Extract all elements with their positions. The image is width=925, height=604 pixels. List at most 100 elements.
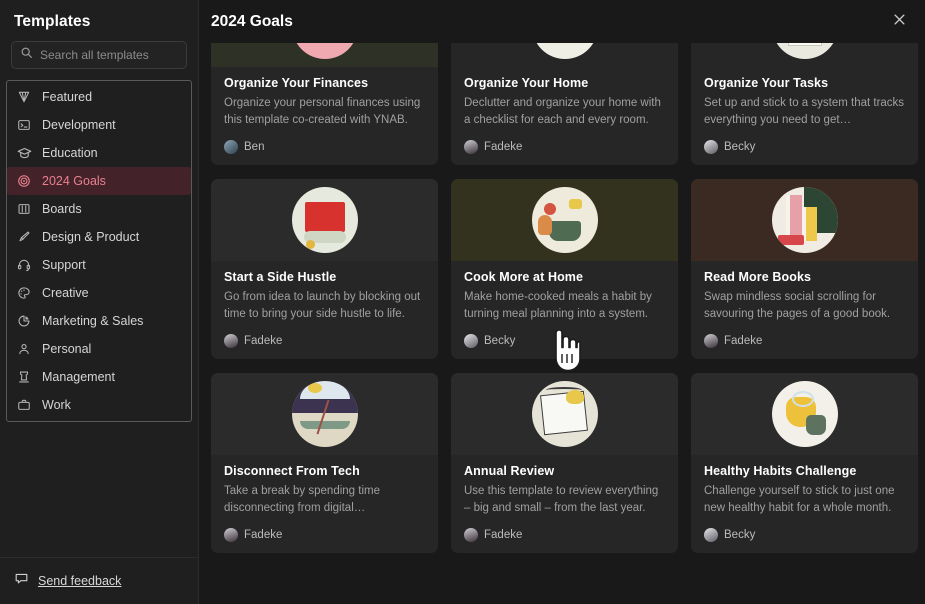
thumbnail-art-canoe-night	[291, 381, 358, 447]
sidebar-item-label: Education	[42, 146, 98, 160]
card-description: Organize your personal finances using th…	[224, 97, 421, 126]
sidebar-item-label: 2024 Goals	[42, 174, 106, 188]
comment-icon	[14, 571, 29, 591]
avatar	[224, 528, 238, 542]
card-author-name: Fadeke	[244, 529, 283, 541]
template-card[interactable]: Read More Books Swap mindless social scr…	[691, 179, 918, 359]
card-title: Annual Review	[464, 464, 555, 478]
target-icon	[16, 173, 32, 189]
templates-sidebar: Templates Featured	[0, 0, 199, 604]
palette-icon	[16, 285, 32, 301]
page-title: 2024 Goals	[211, 12, 293, 30]
card-body: Annual Review Use this template to revie…	[451, 455, 678, 521]
card-thumbnail	[691, 373, 918, 455]
card-thumbnail	[691, 179, 918, 261]
templates-scroll-area[interactable]: Organize Your Finances Organize your per…	[199, 43, 925, 604]
templates-grid: Organize Your Finances Organize your per…	[199, 43, 925, 565]
sidebar-item-development[interactable]: Development	[7, 111, 191, 139]
card-body: Cook More at Home Make home-cooked meals…	[451, 261, 678, 327]
card-author: Fadeke	[691, 327, 918, 359]
sidebar-item-education[interactable]: Education	[7, 139, 191, 167]
sidebar-item-personal[interactable]: Personal	[7, 335, 191, 363]
card-title: Organize Your Home	[464, 76, 589, 90]
thumbnail-art-books	[771, 187, 838, 253]
sidebar-item-label: Work	[42, 398, 71, 412]
briefcase-icon	[16, 397, 32, 413]
sidebar-item-featured[interactable]: Featured	[7, 83, 191, 111]
card-title: Read More Books	[704, 270, 812, 284]
card-author-name: Becky	[724, 529, 756, 541]
sidebar-item-management[interactable]: Management	[7, 363, 191, 391]
thumbnail-art-yellow-basket	[531, 43, 598, 59]
sidebar-item-label: Creative	[42, 286, 89, 300]
card-title: Organize Your Finances	[224, 76, 369, 90]
sidebar-item-support[interactable]: Support	[7, 251, 191, 279]
sidebar-item-marketing-sales[interactable]: Marketing & Sales	[7, 307, 191, 335]
sidebar-item-label: Marketing & Sales	[42, 314, 144, 328]
pie-chart-icon	[16, 313, 32, 329]
card-thumbnail	[211, 179, 438, 261]
card-author-name: Fadeke	[244, 335, 283, 347]
template-card[interactable]: Start a Side Hustle Go from idea to laun…	[211, 179, 438, 359]
avatar	[464, 334, 478, 348]
terminal-icon	[16, 117, 32, 133]
card-author: Becky	[451, 327, 678, 359]
search-input[interactable]	[40, 48, 178, 62]
template-card[interactable]: Organize Your Tasks Set up and stick to …	[691, 43, 918, 165]
card-author-name: Fadeke	[484, 529, 523, 541]
card-description: Challenge yourself to stick to just one …	[704, 485, 895, 514]
sidebar-item-label: Featured	[42, 90, 93, 104]
avatar	[704, 334, 718, 348]
sidebar-item-design-product[interactable]: Design & Product	[7, 223, 191, 251]
templates-dialog: Templates Featured	[0, 0, 925, 604]
sidebar-footer: Send feedback	[0, 557, 198, 604]
sidebar-item-work[interactable]: Work	[7, 391, 191, 419]
card-description: Declutter and organize your home with a …	[464, 97, 661, 126]
card-body: Disconnect From Tech Take a break by spe…	[211, 455, 438, 521]
templates-main: 2024 Goals Organize Your Finances Organi…	[199, 0, 925, 604]
thumbnail-art-lemon-jug	[771, 381, 838, 447]
thumbnail-art-white-page	[771, 43, 838, 59]
card-author-name: Becky	[484, 335, 516, 347]
card-description: Take a break by spending time disconnect…	[224, 485, 380, 514]
sidebar-category-list: Featured Development Education 2024 Goal…	[6, 80, 192, 422]
headset-icon	[16, 257, 32, 273]
card-thumbnail	[211, 43, 438, 67]
template-card[interactable]: Annual Review Use this template to revie…	[451, 373, 678, 553]
card-body: Start a Side Hustle Go from idea to laun…	[211, 261, 438, 327]
card-title: Start a Side Hustle	[224, 270, 337, 284]
card-body: Healthy Habits Challenge Challenge yours…	[691, 455, 918, 521]
avatar	[464, 528, 478, 542]
card-author: Fadeke	[211, 521, 438, 553]
card-body: Organize Your Finances Organize your per…	[211, 67, 438, 133]
search-templates-field[interactable]	[11, 41, 187, 69]
sidebar-item-2024-goals[interactable]: 2024 Goals	[7, 167, 191, 195]
sidebar-item-label: Personal	[42, 342, 92, 356]
close-button[interactable]	[885, 8, 913, 36]
template-card[interactable]: Healthy Habits Challenge Challenge yours…	[691, 373, 918, 553]
card-thumbnail	[211, 373, 438, 455]
template-card[interactable]: Cook More at Home Make home-cooked meals…	[451, 179, 678, 359]
template-card[interactable]: Organize Your Home Declutter and organiz…	[451, 43, 678, 165]
send-feedback-link[interactable]: Send feedback	[38, 574, 121, 588]
main-header: 2024 Goals	[199, 0, 925, 43]
template-card[interactable]: Organize Your Finances Organize your per…	[211, 43, 438, 165]
close-icon	[892, 12, 907, 32]
card-thumbnail	[451, 43, 678, 67]
sidebar-item-label: Development	[42, 118, 116, 132]
card-title: Organize Your Tasks	[704, 76, 829, 90]
card-thumbnail	[451, 373, 678, 455]
columns-icon	[16, 201, 32, 217]
card-thumbnail	[451, 179, 678, 261]
thumbnail-art-pink-bowl	[291, 43, 358, 59]
avatar	[704, 140, 718, 154]
sidebar-item-creative[interactable]: Creative	[7, 279, 191, 307]
sidebar-item-boards[interactable]: Boards	[7, 195, 191, 223]
avatar	[224, 334, 238, 348]
card-body: Read More Books Swap mindless social scr…	[691, 261, 918, 327]
rook-chess-icon	[16, 369, 32, 385]
template-card[interactable]: Disconnect From Tech Take a break by spe…	[211, 373, 438, 553]
card-body: Organize Your Home Declutter and organiz…	[451, 67, 678, 133]
card-author: Fadeke	[451, 521, 678, 553]
thumbnail-art-notebook	[531, 381, 598, 447]
